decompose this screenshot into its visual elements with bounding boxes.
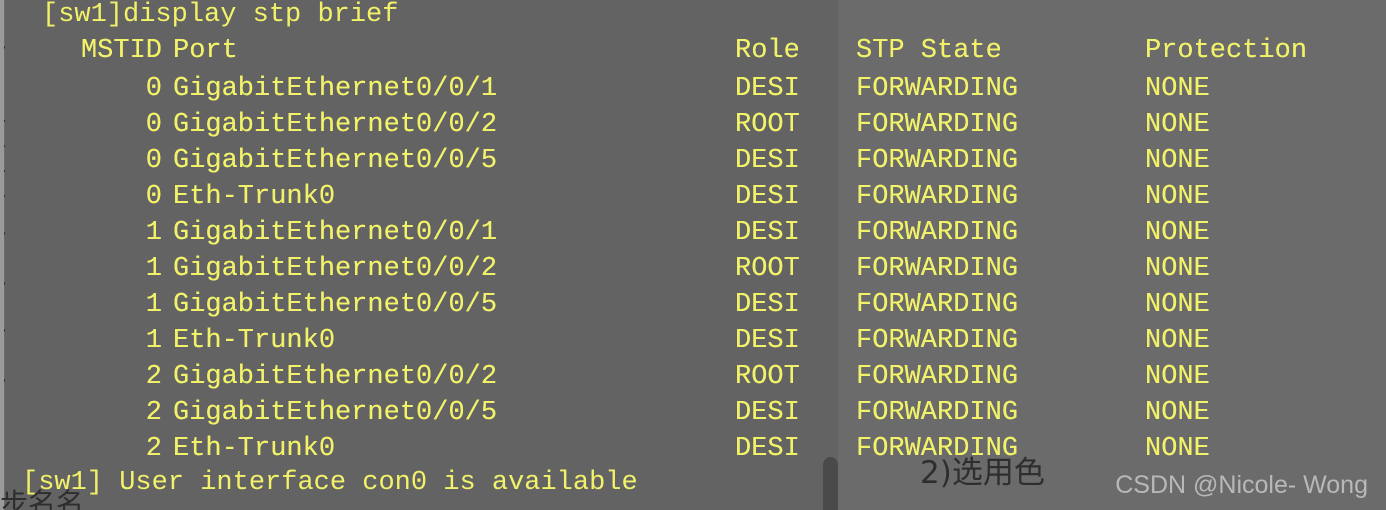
terminal-scrollbar-track[interactable] xyxy=(820,0,838,510)
terminal-scrollbar-thumb[interactable] xyxy=(823,457,838,510)
chinese-annotation: 2)选用色 xyxy=(920,455,1045,491)
terminal-right-pane[interactable] xyxy=(838,0,1386,510)
terminal-left-border xyxy=(0,0,4,510)
csdn-watermark: CSDN @Nicole- Wong xyxy=(1115,471,1368,499)
screenshot-root: w3-mst-region]active region-configuratio… xyxy=(0,0,1386,510)
terminal-window[interactable] xyxy=(5,0,838,510)
chinese-annotation-bottom: 步名名 xyxy=(0,487,85,510)
